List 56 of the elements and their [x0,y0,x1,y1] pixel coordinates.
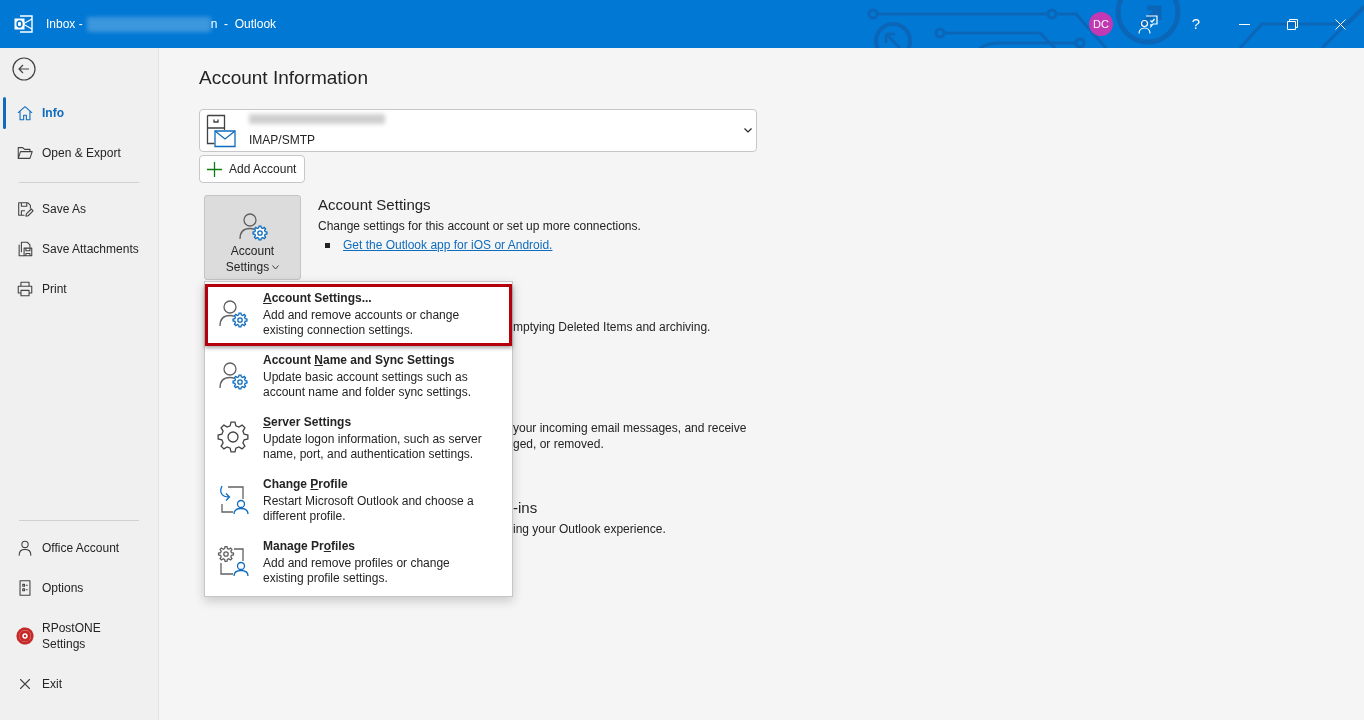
menu-item[interactable]: Change Profile Restart Microsoft Outlook and choose a different profile. [205,470,512,532]
add-account-button[interactable]: Add Account [199,155,306,183]
menu-item[interactable]: Account Settings... Add and remove accounts or change existing connection settings. [205,284,512,346]
mail-logo-icon [14,15,33,33]
sidebar-item[interactable]: Open & Export [0,133,158,173]
menu-item[interactable]: Manage Profiles Add and remove profiles or change existing profile settings. [205,532,512,594]
description-text: mptying Deleted Items and archiving. [513,319,711,335]
menu-item[interactable]: Account Name and Sync Settings Update basic account settings such as account name and folder sync settings. [205,346,512,408]
gear-person-icon [217,545,249,577]
person-gear-icon [217,297,249,329]
sidebar-item[interactable]: Save As [0,189,158,229]
sidebar-item[interactable]: Office Account [0,528,158,568]
description-text: ged, or removed. [513,436,604,452]
folder-icon [16,144,34,162]
back-button[interactable] [12,57,36,81]
person-icon [16,539,34,557]
seal-icon [16,627,34,645]
account-selector[interactable]: IMAP/SMTP [199,109,757,152]
help-button[interactable]: ? [1172,0,1220,48]
sidebar-item[interactable]: Options [0,568,158,608]
floppy-pencil-icon [16,200,34,218]
home-icon [16,104,34,122]
selection-indicator [3,97,6,129]
list-document-icon [16,579,34,597]
app-download-link[interactable]: Get the Outlook app for iOS or Android. [343,237,553,253]
sidebar-item[interactable]: Save Attachments [0,229,158,269]
section-heading: -ins [513,498,538,518]
account-type: IMAP/SMTP [249,131,315,148]
plus-icon [207,161,222,177]
caret-icon [272,264,280,270]
cabinet-mail-icon [206,113,236,148]
bullet-icon [325,242,330,248]
sidebar-item[interactable]: Exit [0,664,158,704]
gear-icon [217,421,249,453]
page-heading: Account Information [199,66,368,90]
printer-icon [16,280,34,298]
window-title: Inbox - [46,16,83,33]
section-heading: Account Settings [318,195,431,215]
description-text: ing your Outlook experience. [513,521,666,537]
minimize-icon [1238,23,1250,25]
chevron-down-icon [744,128,752,133]
sidebar-item[interactable]: Info [0,93,158,133]
sidebar-item[interactable]: Print [0,269,158,309]
feedback-icon [1138,14,1158,34]
sidebar-item[interactable]: RPostONE Settings [0,608,158,664]
menu-item[interactable]: Server Settings Update logon information, such as server name, port, and authentication settings. [205,408,512,470]
description-text: Change settings for this account or set up more connections. [318,218,641,234]
user-avatar[interactable]: DC [1089,12,1113,36]
window-title: n - Outlook [210,16,277,33]
account-settings-button[interactable]: Account Settings [204,195,301,280]
restore-icon [1286,18,1298,30]
person-gear-icon [217,359,249,391]
stacked-documents-icon [16,240,34,258]
arrow-person-icon [217,483,249,515]
description-text: your incoming email messages, and receive [513,420,747,436]
close-icon [1334,18,1346,30]
